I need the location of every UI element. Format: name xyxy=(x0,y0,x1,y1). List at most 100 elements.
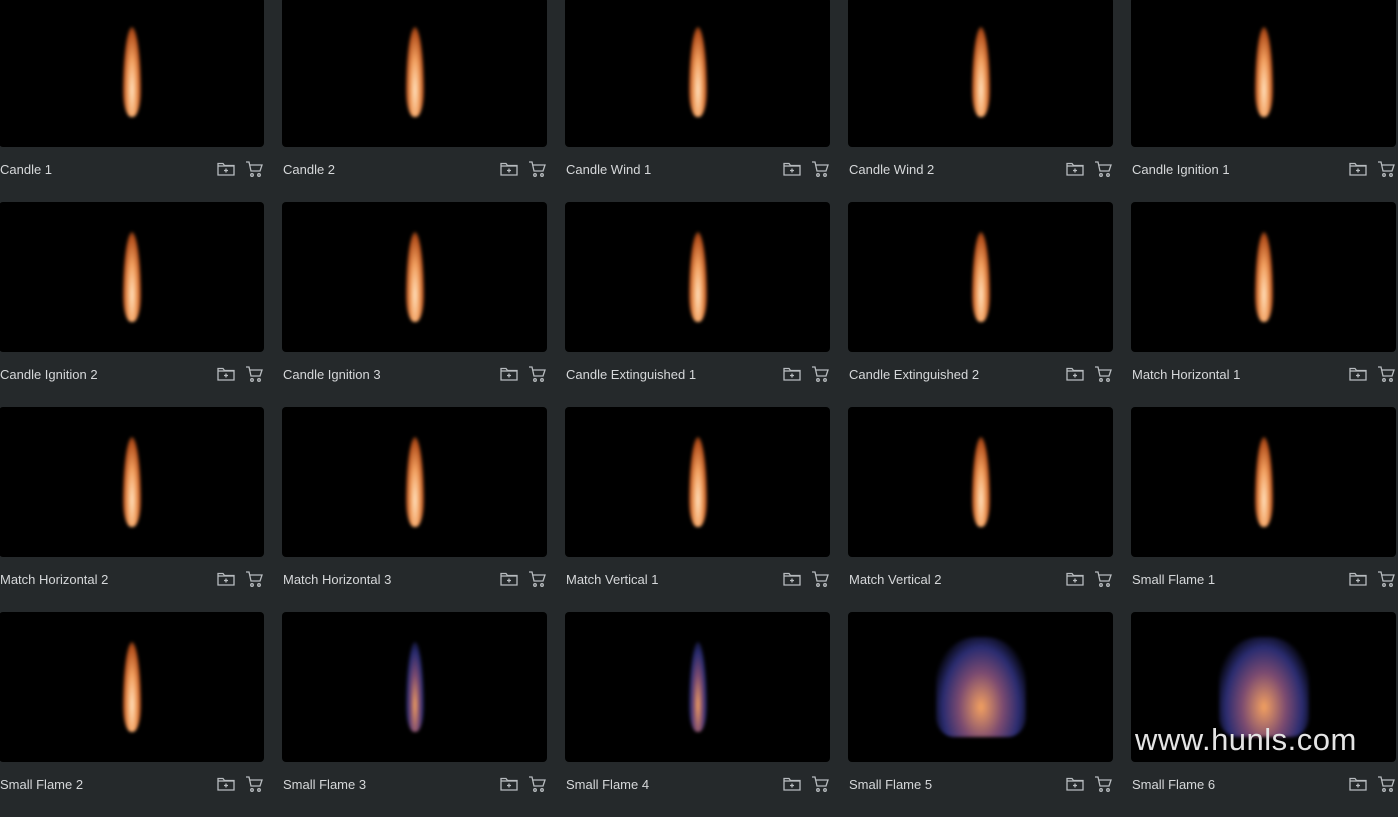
cart-icon[interactable] xyxy=(810,159,830,179)
flame-preview xyxy=(971,232,990,322)
folder-plus-icon[interactable] xyxy=(782,569,802,589)
asset-card: Small Flame 5 xyxy=(848,612,1113,817)
asset-thumbnail[interactable] xyxy=(848,612,1113,762)
folder-plus-icon[interactable] xyxy=(499,774,519,794)
cart-icon[interactable] xyxy=(1376,774,1396,794)
asset-title: Small Flame 5 xyxy=(849,776,933,792)
folder-plus-icon[interactable] xyxy=(216,569,236,589)
asset-title: Small Flame 2 xyxy=(0,776,84,792)
asset-thumbnail[interactable] xyxy=(282,0,547,147)
cart-icon[interactable] xyxy=(527,569,547,589)
asset-title: Candle Ignition 3 xyxy=(283,366,381,382)
asset-thumbnail[interactable] xyxy=(1131,407,1396,557)
flame-preview xyxy=(122,27,141,117)
folder-plus-icon[interactable] xyxy=(499,364,519,384)
folder-plus-icon[interactable] xyxy=(1348,569,1368,589)
asset-card: Match Vertical 1 xyxy=(565,407,830,612)
asset-title: Candle 2 xyxy=(283,161,336,177)
folder-plus-icon[interactable] xyxy=(216,364,236,384)
asset-card: Small Flame 3 xyxy=(282,612,547,817)
folder-plus-icon[interactable] xyxy=(1065,364,1085,384)
asset-title: Small Flame 6 xyxy=(1132,776,1216,792)
folder-plus-icon[interactable] xyxy=(1348,159,1368,179)
asset-thumbnail[interactable] xyxy=(565,0,830,147)
asset-thumbnail[interactable] xyxy=(282,407,547,557)
asset-thumbnail[interactable] xyxy=(848,202,1113,352)
asset-title: Candle Ignition 1 xyxy=(1132,161,1230,177)
asset-thumbnail[interactable] xyxy=(282,202,547,352)
flame-preview xyxy=(688,642,707,732)
asset-title: Candle 1 xyxy=(0,161,53,177)
cart-icon[interactable] xyxy=(527,159,547,179)
asset-card: Small Flame 1 xyxy=(1131,407,1396,612)
folder-plus-icon[interactable] xyxy=(499,569,519,589)
asset-title: Match Horizontal 1 xyxy=(1132,366,1241,382)
flame-preview xyxy=(405,642,424,732)
folder-plus-icon[interactable] xyxy=(1348,364,1368,384)
cart-icon[interactable] xyxy=(1376,364,1396,384)
cart-icon[interactable] xyxy=(1376,569,1396,589)
folder-plus-icon[interactable] xyxy=(1065,569,1085,589)
asset-thumbnail[interactable] xyxy=(565,202,830,352)
asset-card: Candle Extinguished 1 xyxy=(565,202,830,407)
asset-card: Candle Extinguished 2 xyxy=(848,202,1113,407)
asset-thumbnail[interactable] xyxy=(1131,202,1396,352)
cart-icon[interactable] xyxy=(244,364,264,384)
folder-plus-icon[interactable] xyxy=(782,364,802,384)
asset-title: Match Horizontal 2 xyxy=(0,571,109,587)
asset-thumbnail[interactable] xyxy=(0,612,264,762)
asset-thumbnail[interactable] xyxy=(848,0,1113,147)
flame-preview xyxy=(971,437,990,527)
cart-icon[interactable] xyxy=(527,364,547,384)
cart-icon[interactable] xyxy=(810,774,830,794)
folder-plus-icon[interactable] xyxy=(499,159,519,179)
watermark: www.hunls.com xyxy=(1135,722,1357,757)
asset-card: Candle Wind 1 xyxy=(565,0,830,202)
cart-icon[interactable] xyxy=(1093,159,1113,179)
flame-preview xyxy=(935,637,1026,737)
cart-icon[interactable] xyxy=(1093,364,1113,384)
asset-thumbnail[interactable] xyxy=(565,407,830,557)
folder-plus-icon[interactable] xyxy=(1065,774,1085,794)
folder-plus-icon[interactable] xyxy=(782,774,802,794)
folder-plus-icon[interactable] xyxy=(216,774,236,794)
asset-card: Candle Ignition 2 xyxy=(0,202,264,407)
flame-preview xyxy=(971,27,990,117)
cart-icon[interactable] xyxy=(810,364,830,384)
asset-thumbnail[interactable] xyxy=(0,0,264,147)
flame-preview xyxy=(122,642,141,732)
asset-card: Candle Ignition 3 xyxy=(282,202,547,407)
asset-card: Small Flame 2 xyxy=(0,612,264,817)
cart-icon[interactable] xyxy=(527,774,547,794)
cart-icon[interactable] xyxy=(244,774,264,794)
asset-thumbnail[interactable] xyxy=(0,407,264,557)
asset-card: Candle 1 xyxy=(0,0,264,202)
asset-title: Small Flame 3 xyxy=(283,776,367,792)
asset-thumbnail[interactable] xyxy=(0,202,264,352)
asset-title: Match Vertical 2 xyxy=(849,571,942,587)
folder-plus-icon[interactable] xyxy=(1348,774,1368,794)
asset-card: Candle 2 xyxy=(282,0,547,202)
folder-plus-icon[interactable] xyxy=(1065,159,1085,179)
asset-title: Match Horizontal 3 xyxy=(283,571,392,587)
cart-icon[interactable] xyxy=(244,159,264,179)
asset-grid: Candle 1 Candle 2 Candle Wind 1 Candle W… xyxy=(0,0,1396,817)
folder-plus-icon[interactable] xyxy=(216,159,236,179)
asset-title: Candle Wind 1 xyxy=(566,161,652,177)
cart-icon[interactable] xyxy=(1093,569,1113,589)
asset-title: Candle Extinguished 2 xyxy=(849,366,980,382)
folder-plus-icon[interactable] xyxy=(782,159,802,179)
asset-thumbnail[interactable] xyxy=(848,407,1113,557)
flame-preview xyxy=(122,232,141,322)
asset-thumbnail[interactable] xyxy=(1131,0,1396,147)
asset-thumbnail[interactable] xyxy=(282,612,547,762)
asset-title: Candle Extinguished 1 xyxy=(566,366,697,382)
cart-icon[interactable] xyxy=(810,569,830,589)
flame-preview xyxy=(405,27,424,117)
asset-title: Small Flame 1 xyxy=(1132,571,1216,587)
cart-icon[interactable] xyxy=(1093,774,1113,794)
asset-thumbnail[interactable] xyxy=(565,612,830,762)
cart-icon[interactable] xyxy=(244,569,264,589)
asset-card: Small Flame 6 xyxy=(1131,612,1396,817)
cart-icon[interactable] xyxy=(1376,159,1396,179)
